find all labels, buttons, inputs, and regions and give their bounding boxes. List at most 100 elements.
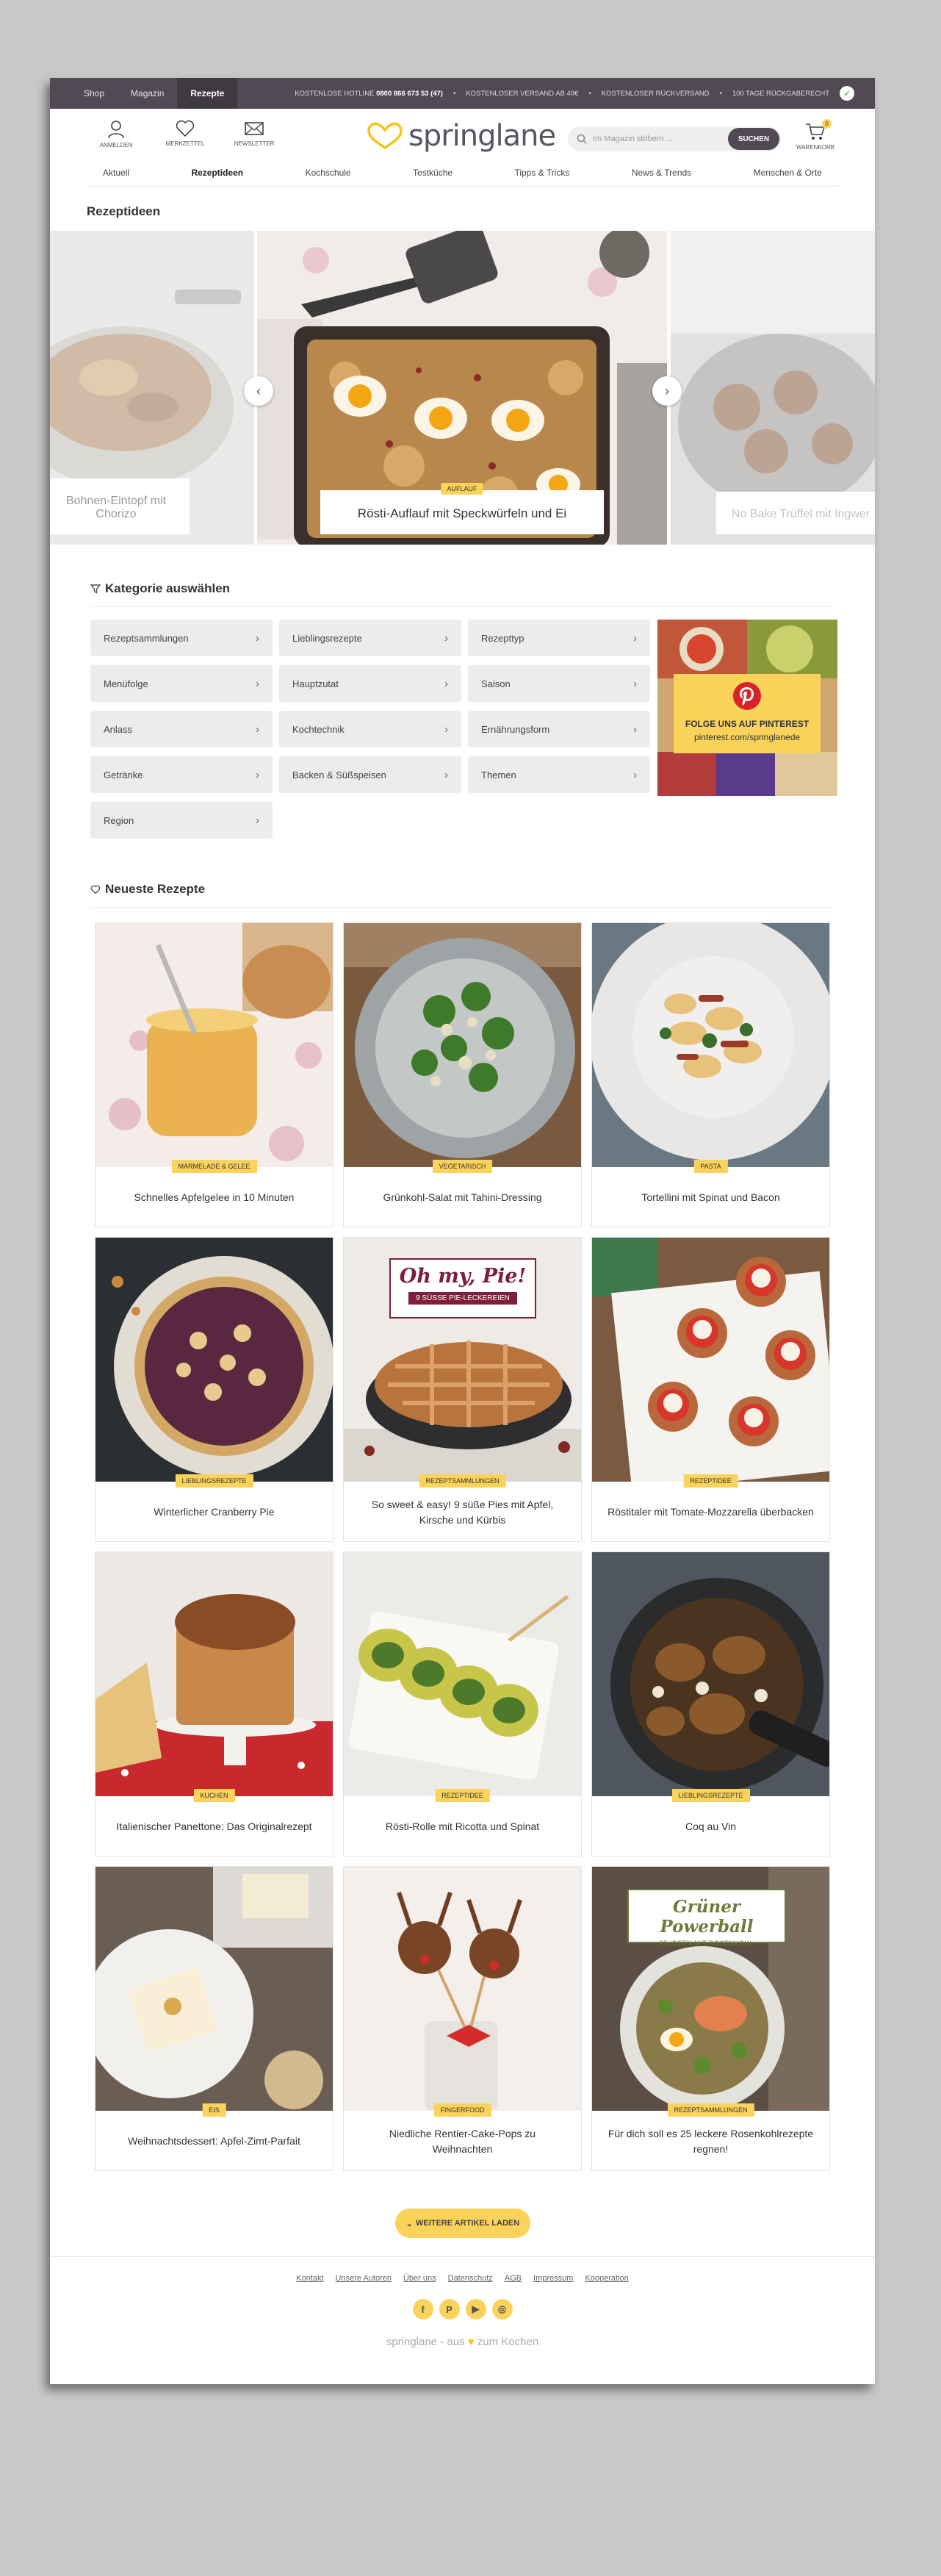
category-hauptzutat[interactable]: Hauptzutat › [279,665,461,702]
slide-center-tag[interactable]: AUFLAUF [441,483,483,495]
search-input[interactable]: Im Magazin stöbern ... [587,134,728,143]
recipe-card[interactable]: KUCHEN Italienischer Panettone: Das Orig… [95,1551,334,1856]
category-rezeptsammlungen[interactable]: Rezeptsammlungen › [90,620,273,656]
chevron-right-icon: › [444,677,448,690]
pinterest-social-icon[interactable]: P [439,2299,460,2320]
pinterest-banner[interactable]: FOLGE UNS AUF PINTEREST pinterest.com/sp… [657,620,837,796]
footer-link-autoren[interactable]: Unsere Autoren [336,2274,392,2283]
recipe-tag[interactable]: LIEBLINGSREZEPTE [175,1474,253,1488]
category-rezepttyp[interactable]: Rezepttyp › [468,620,650,656]
instagram-icon[interactable]: ◎ [491,2299,513,2320]
recipe-title[interactable]: Italienischer Panettone: Das Originalrez… [95,1796,333,1857]
recipe-card[interactable]: MARMELADE & GELEE Schnelles Apfelgelee i… [95,922,334,1227]
recipe-title[interactable]: Rösti-Rolle mit Ricotta und Spinat [344,1796,581,1857]
logo[interactable]: springlane [366,119,556,153]
recipe-title[interactable]: Winterlicher Cranberry Pie [95,1482,333,1543]
slide-right[interactable]: No Bake Trüffel mit Ingwer [671,231,875,545]
load-more-button[interactable]: ⌄ WEITERE ARTIKEL LADEN [395,2209,530,2238]
recipe-title[interactable]: Weihnachtsdessert: Apfel-Zimt-Parfait [95,2111,333,2172]
footer-link-kooperation[interactable]: Kooperation [585,2274,628,2283]
recipe-tag[interactable]: VEGETARISCH [432,1160,493,1173]
category-themen[interactable]: Themen › [468,756,650,793]
recipe-title[interactable]: Niedliche Rentier-Cake-Pops zu Weihnacht… [344,2111,581,2172]
recipe-card[interactable]: LIEBLINGSREZEPTE Coq au Vin [591,1551,830,1856]
pinterest-url[interactable]: pinterest.com/springlanede [674,732,821,742]
category-kochtechnik[interactable]: Kochtechnik › [279,711,461,747]
recipe-card[interactable]: REZEPTIDEE Rösti-Rolle mit Ricotta und S… [343,1551,582,1856]
subnav-aktuell[interactable]: Aktuell [103,168,129,178]
recipe-title[interactable]: Für dich soll es 25 leckere Rosenkohlrez… [592,2111,829,2172]
category-region[interactable]: Region › [90,802,273,839]
recipe-tag[interactable]: LIEBLINGSREZEPTE [671,1789,750,1802]
recipe-tag[interactable]: KUCHEN [193,1789,235,1802]
youtube-icon[interactable]: ▶ [465,2299,486,2320]
footer-link-ueber-uns[interactable]: Über uns [403,2274,436,2283]
category-backen[interactable]: Backen & Süßspeisen › [279,756,461,793]
footer-link-agb[interactable]: AGB [505,2274,522,2283]
recipe-card[interactable]: EIS Weihnachtsdessert: Apfel-Zimt-Parfai… [95,1866,334,2171]
recipe-title[interactable]: Coq au Vin [592,1796,829,1857]
recipe-tag[interactable]: REZEPTIDEE [683,1474,738,1488]
subnav-menschen-orte[interactable]: Menschen & Orte [754,168,822,178]
top-nav-magazin[interactable]: Magazin [118,78,177,109]
slide-center-caption[interactable]: AUFLAUF Rösti-Auflauf mit Speckwürfeln u… [320,483,604,534]
top-nav-rezepte[interactable]: Rezepte [177,78,238,109]
recipe-tag[interactable]: PASTA [693,1160,728,1173]
category-menuefolge[interactable]: Menüfolge › [90,665,273,702]
footer-link-impressum[interactable]: Impressum [533,2274,573,2283]
search-button[interactable]: SUCHEN [728,128,779,150]
footer-link-datenschutz[interactable]: Datenschutz [448,2274,493,2283]
recipe-tag[interactable]: MARMELADE & GELEE [171,1160,257,1173]
search-box[interactable]: Im Magazin stöbern ... SUCHEN [568,126,781,151]
recipe-card[interactable]: LIEBLINGSREZEPTE Winterlicher Cranberry … [95,1237,334,1542]
hotline-number[interactable]: 0800 866 673 53 (47) [376,90,443,98]
login-button[interactable]: ANMELDEN [87,120,145,148]
wishlist-button[interactable]: MERKZETTEL [156,120,214,148]
slide-right-caption[interactable]: No Bake Trüffel mit Ingwer [716,492,875,534]
cart-button[interactable]: 0 WARENKORB [796,119,834,151]
category-getraenke[interactable]: Getränke › [90,756,273,793]
recipe-title[interactable]: So sweet & easy! 9 süße Pies mit Apfel, … [344,1482,581,1543]
trust-badge-icon[interactable]: ✓ [840,86,854,101]
recipe-slider: Bohnen-Eintopf mit Chorizo AUFLAUF Rösti… [50,231,875,545]
slider-prev-button[interactable]: ‹ [244,376,273,406]
recipe-tag[interactable]: REZEPTIDEE [435,1789,490,1802]
slide-center[interactable]: AUFLAUF Rösti-Auflauf mit Speckwürfeln u… [257,231,667,545]
roestitaler-image [592,1238,829,1482]
subnav-rezeptideen[interactable]: Rezeptideen [191,168,243,178]
recipe-card[interactable]: REZEPTIDEE Röstitaler mit Tomate-Mozzare… [591,1237,830,1542]
category-anlass[interactable]: Anlass › [90,711,273,747]
category-saison[interactable]: Saison › [468,665,650,702]
recipe-tag[interactable]: FINGERFOOD [433,2103,491,2117]
recipe-tag[interactable]: REZEPTSAMMLUNGEN [419,1474,506,1488]
slide-left-caption[interactable]: Bohnen-Eintopf mit Chorizo [50,478,190,534]
facebook-icon[interactable]: f [412,2299,433,2320]
recipe-card[interactable]: Oh my, Pie! 9 SÜSSE PIE-LECKEREIEN REZEP… [343,1237,582,1542]
top-nav: Shop Magazin Rezepte [71,78,238,109]
recipe-tag[interactable]: EIS [202,2103,226,2117]
top-info: KOSTENLOSE HOTLINE 0800 866 673 53 (47) … [295,86,854,101]
recipe-tag[interactable]: REZEPTSAMMLUNGEN [667,2103,754,2117]
recipe-title[interactable]: Röstitaler mit Tomate-Mozzarella überbac… [592,1482,829,1543]
recipe-card[interactable]: Grüner Powerball 25 IDEEN MIT ROSENKOHL … [591,1866,830,2171]
recipe-card[interactable]: FINGERFOOD Niedliche Rentier-Cake-Pops z… [343,1866,582,2171]
recipe-title[interactable]: Schnelles Apfelgelee in 10 Minuten [95,1167,333,1228]
subnav-news-trends[interactable]: News & Trends [632,168,691,178]
slider-next-button[interactable]: › [652,376,682,406]
subnav-kochschule[interactable]: Kochschule [306,168,351,178]
category-lieblingsrezepte[interactable]: Lieblingsrezepte › [279,620,461,656]
footer-link-kontakt[interactable]: Kontakt [296,2274,323,2283]
slide-left[interactable]: Bohnen-Eintopf mit Chorizo [50,231,254,545]
recipe-title[interactable]: Tortellini mit Spinat und Bacon [592,1167,829,1228]
newsletter-button[interactable]: NEWSLETTER [225,120,284,148]
subnav-testkueche[interactable]: Testküche [413,168,453,178]
recipe-title[interactable]: Grünkohl-Salat mit Tahini-Dressing [344,1167,581,1228]
recipe-card[interactable]: VEGETARISCH Grünkohl-Salat mit Tahini-Dr… [343,922,582,1227]
cart-count: 0 [822,119,832,129]
recipe-card[interactable]: PASTA Tortellini mit Spinat und Bacon [591,922,830,1227]
top-nav-shop[interactable]: Shop [71,78,118,109]
subnav-tipps-tricks[interactable]: Tipps & Tricks [514,168,569,178]
pinterest-title: FOLGE UNS AUF PINTEREST [685,719,810,729]
chevron-right-icon: › [633,677,637,690]
category-ernaehrungsform[interactable]: Ernährungsform › [468,711,650,747]
